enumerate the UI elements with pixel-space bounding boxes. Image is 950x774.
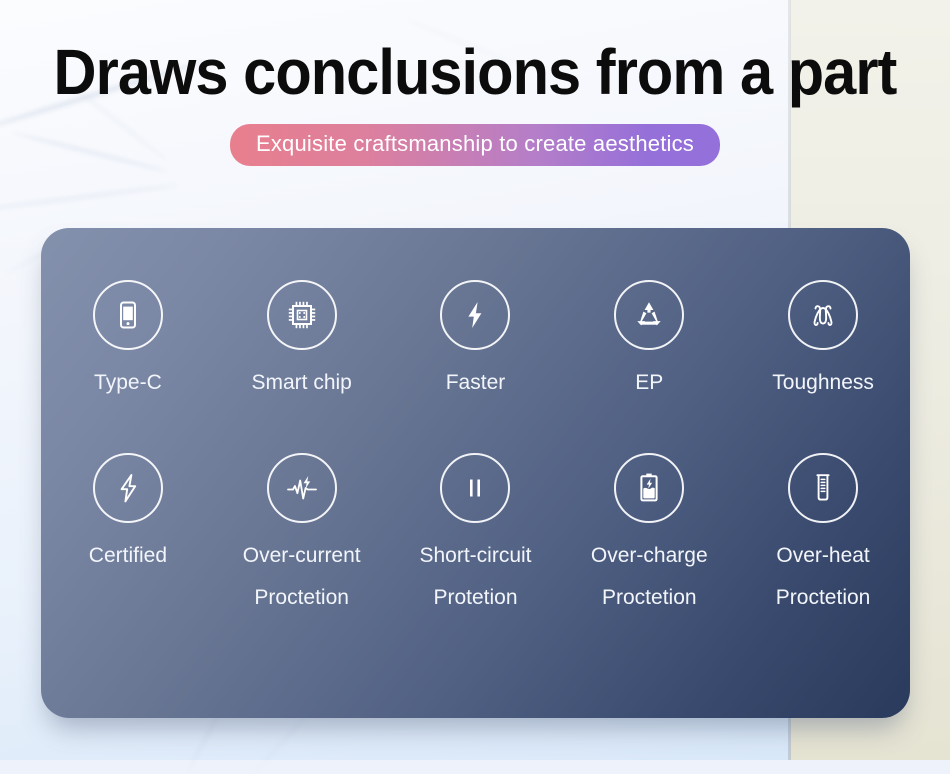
features-row: Type-C Smart chip Faster EP Toughness bbox=[41, 280, 910, 395]
feature-label: Certified bbox=[88, 544, 167, 567]
subtitle-badge-wrap: Exquisite craftsmanship to create aesthe… bbox=[0, 124, 950, 166]
feature-cell-toughness[interactable]: Toughness bbox=[736, 280, 910, 395]
feature-label: Over-current bbox=[242, 544, 361, 567]
lightning-bolt-outline-icon bbox=[92, 453, 163, 523]
smartphone-icon bbox=[92, 280, 163, 350]
thermometer-icon bbox=[788, 453, 859, 523]
feature-label: Faster bbox=[445, 371, 506, 394]
feature-label-line2: Protetion bbox=[433, 586, 518, 609]
feature-cell-over-charge[interactable]: Over-charge Proctetion bbox=[562, 453, 736, 610]
feature-label-line2: Proctetion bbox=[254, 586, 349, 609]
feature-label-line2: Proctetion bbox=[775, 586, 871, 609]
recycle-icon bbox=[614, 280, 685, 350]
feature-label: Toughness bbox=[772, 371, 874, 394]
feature-label-line2: Proctetion bbox=[602, 586, 697, 609]
pause-bars-icon bbox=[440, 453, 511, 523]
feature-card: Type-C Smart chip Faster EP Toughness Ce… bbox=[41, 228, 910, 718]
feature-label: Over-heat bbox=[776, 544, 870, 567]
cpu-chip-icon bbox=[266, 280, 337, 350]
feature-cell-certified[interactable]: Certified bbox=[41, 453, 215, 610]
marble-vein bbox=[0, 183, 180, 213]
battery-bolt-icon bbox=[614, 453, 685, 523]
feature-cell-over-current[interactable]: Over-current Proctetion bbox=[215, 453, 389, 610]
feature-label: Over-charge bbox=[590, 544, 708, 567]
feature-label: Short-circuit bbox=[419, 544, 532, 567]
feature-cell-over-heat[interactable]: Over-heat Proctetion bbox=[736, 453, 910, 610]
waveform-bolt-icon bbox=[266, 453, 337, 523]
wavy-cable-icon bbox=[788, 280, 859, 350]
feature-label: Type-C bbox=[94, 371, 162, 394]
page-title: Draws conclusions from a part bbox=[53, 36, 898, 108]
protections-row: Certified Over-current Proctetion Short-… bbox=[41, 453, 910, 610]
feature-label: Smart chip bbox=[251, 371, 352, 394]
header: Draws conclusions from a part Exquisite … bbox=[0, 0, 950, 166]
feature-label: EP bbox=[635, 371, 664, 394]
feature-cell-type-c[interactable]: Type-C bbox=[41, 280, 215, 395]
feature-cell-ep[interactable]: EP bbox=[562, 280, 736, 395]
lightning-bolt-filled-icon bbox=[440, 280, 511, 350]
subtitle-badge: Exquisite craftsmanship to create aesthe… bbox=[229, 124, 720, 166]
feature-cell-faster[interactable]: Faster bbox=[389, 280, 563, 395]
feature-cell-smart-chip[interactable]: Smart chip bbox=[215, 280, 389, 395]
feature-cell-short-circuit[interactable]: Short-circuit Protetion bbox=[389, 453, 563, 610]
